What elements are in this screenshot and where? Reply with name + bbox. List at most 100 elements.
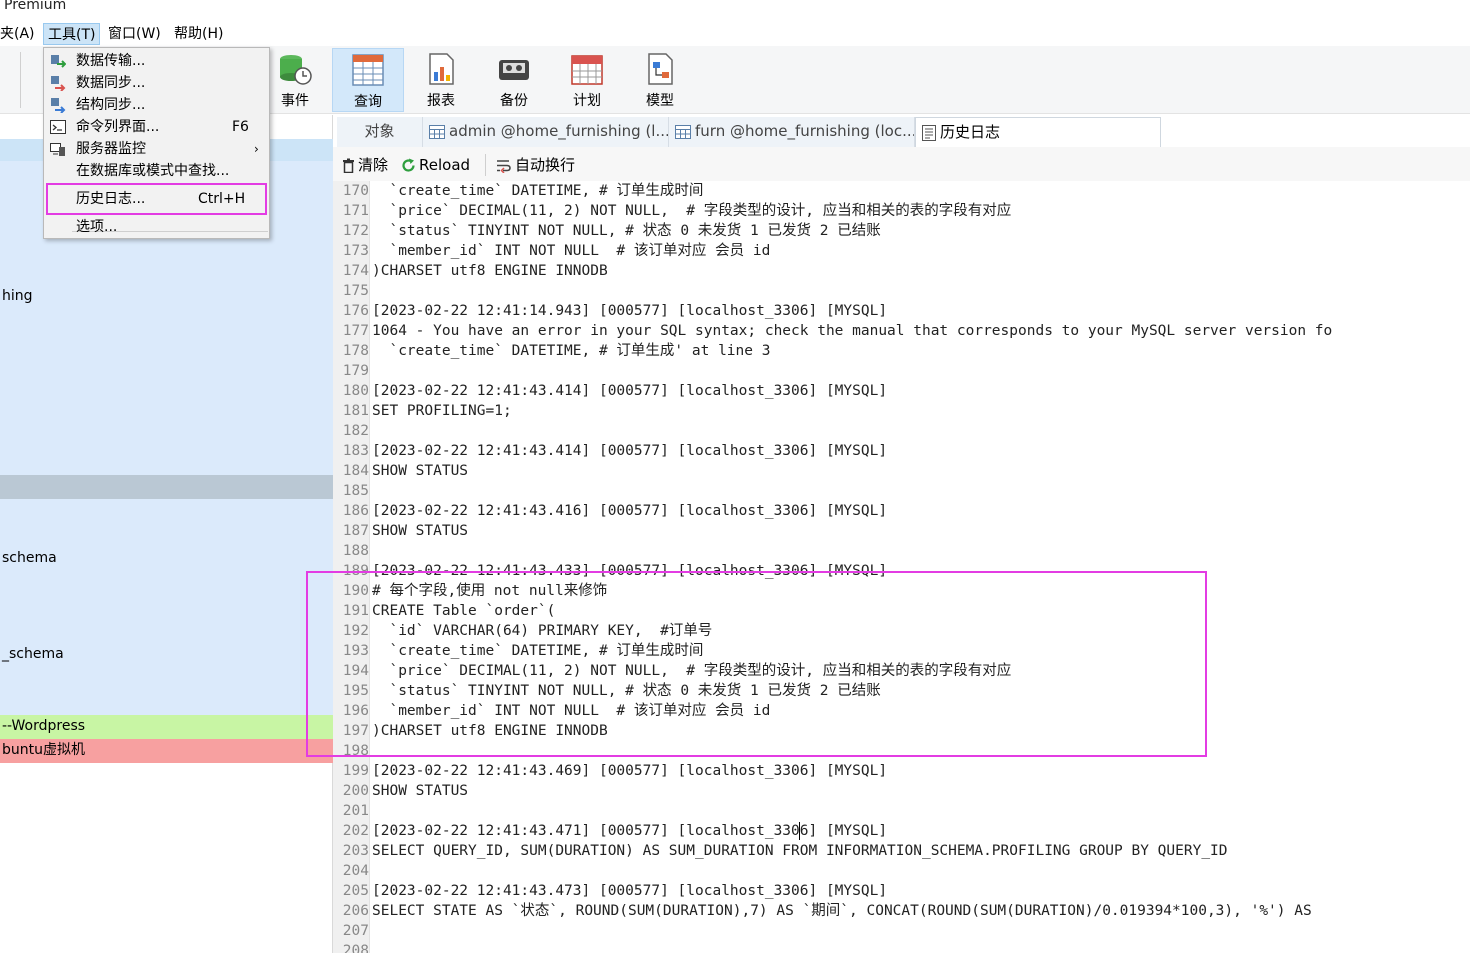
menu-item-console[interactable]: 命令列界面... F6 xyxy=(46,116,267,138)
sidebar-item-ubuntu[interactable]: buntu虚拟机 xyxy=(0,739,333,763)
line-number: 208 xyxy=(342,943,369,953)
log-text: SELECT QUERY_ID, SUM(DURATION) AS SUM_DU… xyxy=(372,843,1228,859)
line-number: 190 xyxy=(342,583,369,599)
log-line: 197)CHARSET utf8 ENGINE INNODB xyxy=(333,721,1470,741)
server-monitor-icon xyxy=(50,143,65,156)
menu-item-data-transfer[interactable]: 数据传输... xyxy=(46,50,267,72)
line-number: 184 xyxy=(342,463,369,479)
log-line: 200 SHOW STATUS xyxy=(333,781,1470,801)
log-text: SELECT STATE AS `状态`, ROUND(SUM(DURATION… xyxy=(372,903,1312,919)
line-number: 206 xyxy=(342,903,369,919)
log-line: 190 # 每个字段,使用 not null来修饰 xyxy=(333,581,1470,601)
sidebar-group-2[interactable]: schema _schema xyxy=(0,499,333,715)
log-line: 199 [2023-02-22 12:41:43.469] [000577] [l… xyxy=(333,761,1470,781)
model-button[interactable]: 模型 xyxy=(624,48,696,112)
log-text: `status` TINYINT NOT NULL, # 状态 0 未发货 1 … xyxy=(372,683,881,699)
line-number: 188 xyxy=(342,543,369,559)
word-wrap-toggle[interactable]: 自动换行 xyxy=(496,155,575,175)
line-number: 202 xyxy=(342,823,369,839)
sidebar-item-label: schema xyxy=(2,550,57,566)
sidebar-item-wordpress[interactable]: --Wordpress xyxy=(0,715,333,739)
line-number: 186 xyxy=(342,503,369,519)
line-number: 203 xyxy=(342,843,369,859)
log-text: SET PROFILING=1; xyxy=(372,403,512,419)
log-line: 189 [2023-02-22 12:41:43.433] [000577] [l… xyxy=(333,561,1470,581)
query-label: 查询 xyxy=(354,94,382,110)
menu-item-options[interactable]: 选项... xyxy=(46,216,267,238)
line-number: 176 xyxy=(342,303,369,319)
query-icon xyxy=(352,54,384,86)
tab-objects[interactable]: 对象 xyxy=(337,117,423,147)
line-number: 185 xyxy=(342,483,369,499)
query-button[interactable]: 查询 xyxy=(332,48,404,112)
log-line: 204 xyxy=(333,861,1470,881)
log-text: CREATE Table `order`( xyxy=(372,603,556,619)
log-line: 202 [2023-02-22 12:41:43.471] [000577] [l… xyxy=(333,821,1470,841)
sidebar-item-label: _schema xyxy=(2,646,64,662)
line-number: 205 xyxy=(342,883,369,899)
log-line: 170 `create_time` DATETIME, # 订单生成时间 xyxy=(333,181,1470,201)
log-line: 176 [2023-02-22 12:41:14.943] [000577] [l… xyxy=(333,301,1470,321)
log-text: SHOW STATUS xyxy=(372,783,469,799)
schedule-button[interactable]: 计划 xyxy=(551,48,623,112)
line-number: 175 xyxy=(342,283,369,299)
log-text: [2023-02-22 12:41:43.414] [000577] [loca… xyxy=(372,443,888,459)
report-button[interactable]: 报表 xyxy=(405,48,477,112)
menu-item-server-monitor[interactable]: 服务器监控 › xyxy=(46,138,267,160)
log-line: 201 xyxy=(333,801,1470,821)
line-number: 179 xyxy=(342,363,369,379)
menu-window[interactable]: 窗口(W) xyxy=(104,23,165,45)
menu-favorites[interactable]: 夹(A) xyxy=(0,23,39,45)
log-text: [2023-02-22 12:41:43.473] [000577] [loca… xyxy=(372,883,888,899)
line-number: 193 xyxy=(342,643,369,659)
event-icon xyxy=(280,55,312,85)
menu-item-structure-sync[interactable]: 结构同步... xyxy=(46,94,267,116)
clear-label: 清除 xyxy=(358,156,389,174)
log-line: 203 SELECT QUERY_ID, SUM(DURATION) AS SUM… xyxy=(333,841,1470,861)
log-text: [2023-02-22 12:41:14.943] [000577] [loca… xyxy=(372,303,888,319)
model-icon xyxy=(648,53,673,85)
line-number: 171 xyxy=(342,203,369,219)
log-line: 178 `create_time` DATETIME, # 订单生成' at l… xyxy=(333,341,1470,361)
menu-item-find-in-database[interactable]: 在数据库或模式中查找... xyxy=(46,160,267,182)
line-number: 181 xyxy=(342,403,369,419)
log-text: SHOW STATUS xyxy=(372,463,469,479)
tab-history-log[interactable]: 历史日志 xyxy=(915,117,1161,149)
line-number: 199 xyxy=(342,763,369,779)
log-line: 208 xyxy=(333,941,1470,953)
history-log-editor[interactable]: 170 `create_time` DATETIME, # 订单生成时间 171 … xyxy=(333,181,1470,953)
line-number: 194 xyxy=(342,663,369,679)
log-line: 196 `member_id` INT NOT NULL # 该订单对应 会员 … xyxy=(333,701,1470,721)
menu-bar: 夹(A) 工具(T) 窗口(W) 帮助(H) xyxy=(0,18,1470,46)
menu-help[interactable]: 帮助(H) xyxy=(170,23,227,45)
submenu-arrow-icon: › xyxy=(254,142,259,156)
log-line: 185 xyxy=(333,481,1470,501)
log-text: )CHARSET utf8 ENGINE INNODB xyxy=(372,723,608,739)
menu-item-history-log[interactable]: 历史日志... Ctrl+H xyxy=(46,188,267,210)
line-number: 178 xyxy=(342,343,369,359)
log-line: 193 `create_time` DATETIME, # 订单生成时间 xyxy=(333,641,1470,661)
menu-tools[interactable]: 工具(T) xyxy=(43,23,101,45)
title-bar: Premium xyxy=(0,0,1470,18)
log-text: SHOW STATUS xyxy=(372,523,469,539)
line-number: 191 xyxy=(342,603,369,619)
log-text: 1064 - You have an error in your SQL syn… xyxy=(372,323,1333,339)
table-icon xyxy=(675,124,691,139)
clear-button[interactable]: 清除 xyxy=(342,155,388,175)
log-text: [2023-02-22 12:41:43.414] [000577] [loca… xyxy=(372,383,888,399)
model-label: 模型 xyxy=(646,93,674,109)
backup-button[interactable]: 备份 xyxy=(478,48,550,112)
tab-admin-query[interactable]: admin @home_furnishing (l... xyxy=(423,117,669,147)
line-number: 170 xyxy=(342,183,369,199)
sidebar-gray-row[interactable] xyxy=(0,475,333,499)
tab-furn-query[interactable]: furn @home_furnishing (loc... xyxy=(669,117,915,147)
log-line: 175 xyxy=(333,281,1470,301)
log-line: 207 xyxy=(333,921,1470,941)
reload-button[interactable]: Reload xyxy=(401,155,470,175)
tab-label: 对象 xyxy=(364,122,395,140)
report-icon xyxy=(429,53,454,85)
log-text: [2023-02-22 12:41:43.469] [000577] [loca… xyxy=(372,763,888,779)
log-text: )CHARSET utf8 ENGINE INNODB xyxy=(372,263,608,279)
log-line: 195 `status` TINYINT NOT NULL, # 状态 0 未发… xyxy=(333,681,1470,701)
menu-item-data-sync[interactable]: 数据同步... xyxy=(46,72,267,94)
